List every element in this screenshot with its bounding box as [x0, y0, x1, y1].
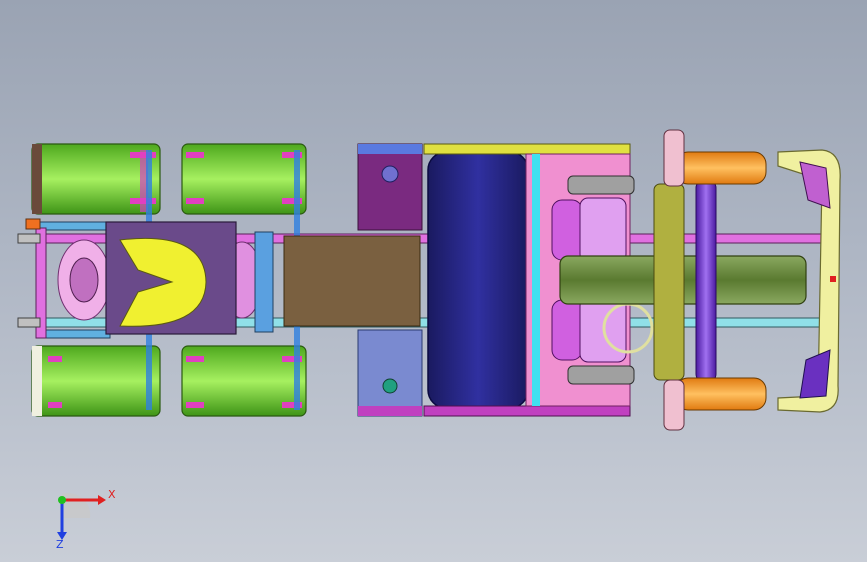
front-right-hub[interactable] [663, 377, 767, 431]
truck-chassis-model-top-view[interactable] [0, 0, 867, 562]
cad-graphics-viewport[interactable]: X Z [0, 0, 867, 562]
front-left-hub[interactable] [663, 129, 767, 187]
coordinate-triad: X Z [56, 488, 116, 550]
front-axle[interactable] [695, 179, 717, 383]
x-axis-arrowhead [98, 495, 106, 505]
y-axis-dot [58, 496, 66, 504]
rear-right-inner-tire[interactable] [181, 345, 307, 417]
drive-shaft-cover[interactable] [283, 235, 421, 327]
rear-left-outer-tire[interactable] [31, 143, 161, 215]
rear-right-outer-tire[interactable] [31, 345, 161, 417]
x-axis-label: X [108, 488, 116, 501]
rear-left-inner-tire[interactable] [181, 143, 307, 215]
fifth-wheel-coupling[interactable] [105, 221, 237, 335]
triad-base [62, 493, 91, 518]
z-axis-label: Z [56, 538, 64, 550]
